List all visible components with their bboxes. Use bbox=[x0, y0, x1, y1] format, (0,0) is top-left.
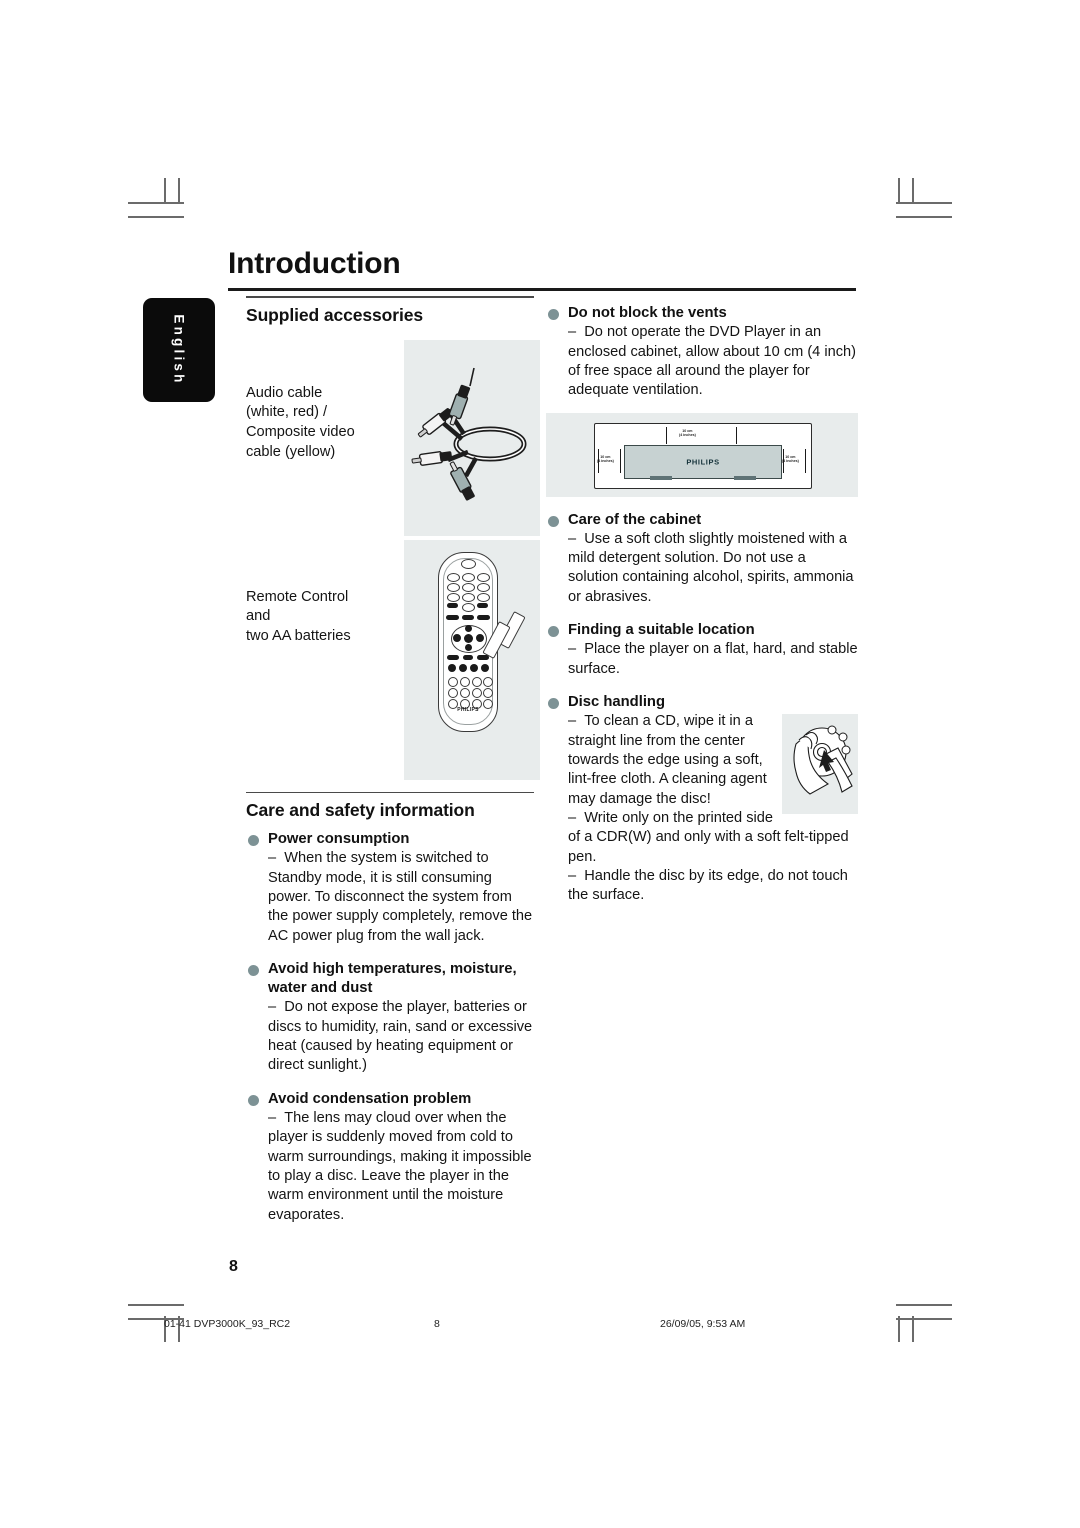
unit-foot-left bbox=[650, 475, 672, 480]
bullet-title: Avoid condensation problem bbox=[268, 1090, 472, 1107]
dim-left-label: 10 cm (4 inches) bbox=[597, 454, 614, 464]
ventilation-clearance-diagram: PHILIPS 10 cm (4 inches) 10 cm (4 inches… bbox=[546, 412, 858, 497]
accessory-item-cable: Audio cable (white, red) / Composite vid… bbox=[246, 339, 540, 540]
bullet-dot-icon bbox=[548, 515, 559, 527]
bullet-body: Use a soft cloth slightly moistened with… bbox=[568, 530, 858, 607]
bullet-dot-icon bbox=[248, 835, 259, 846]
dim-right-label: 10 cm (4 inches) bbox=[782, 454, 799, 464]
bullet-body: The lens may cloud over when the player … bbox=[268, 1109, 534, 1225]
bullet-disc-handling: Disc handling – To clean a CD, wipe it i… bbox=[546, 693, 858, 906]
dvd-player-unit: PHILIPS bbox=[624, 444, 782, 479]
right-column: Do not block the vents Do not operate th… bbox=[546, 296, 858, 906]
bullet-title: Do not block the vents bbox=[568, 305, 727, 321]
bullet-dot-icon bbox=[548, 626, 559, 638]
language-tab-label: English bbox=[171, 314, 187, 386]
remote-control-batteries-photo: PHILIPS bbox=[404, 539, 540, 780]
dim-top-arrow-right bbox=[736, 426, 738, 444]
bullet-avoid-high-temperatures: Avoid high temperatures, moisture, water… bbox=[246, 960, 534, 1076]
dim-top-label: 10 cm (4 inches) bbox=[679, 428, 696, 438]
dim-right-arrow-b bbox=[805, 448, 807, 473]
left-column: Supplied accessories Audio cable (white,… bbox=[246, 296, 540, 1225]
dim-left-arrow-b bbox=[620, 448, 622, 473]
accessory-remote-label: Remote Control and two AA batteries bbox=[246, 588, 351, 645]
bullet-body: Place the player on a flat, hard, and st… bbox=[568, 640, 858, 679]
title-divider bbox=[228, 288, 856, 291]
bullet-body-write: Write only on the printed side of a CDR(… bbox=[568, 809, 858, 867]
care-safety-heading: Care and safety information bbox=[246, 800, 475, 820]
footer-date: 26/09/05, 9:53 AM bbox=[660, 1318, 746, 1330]
remote-philips-logo: PHILIPS bbox=[457, 706, 479, 713]
bullet-dot-icon bbox=[248, 964, 259, 976]
document-page: English Introduction Supplied accessorie… bbox=[0, 0, 1080, 1528]
audio-video-cable-photo bbox=[404, 339, 540, 536]
dim-top-arrow-left bbox=[666, 426, 668, 444]
page-title: Introduction bbox=[228, 247, 401, 280]
bullet-title: Finding a suitable location bbox=[568, 622, 755, 639]
supplied-accessories-heading: Supplied accessories bbox=[246, 304, 423, 325]
bullet-dot-icon bbox=[548, 309, 559, 320]
bullet-title: Disc handling bbox=[568, 693, 666, 710]
accessory-cable-label: Audio cable (white, red) / Composite vid… bbox=[246, 384, 355, 461]
bullet-dot-icon bbox=[548, 697, 559, 709]
bullet-avoid-condensation: Avoid condensation problem The lens may … bbox=[246, 1090, 534, 1225]
footer-page: 8 bbox=[434, 1318, 440, 1330]
language-tab-english: English bbox=[143, 298, 215, 402]
bullet-title: Avoid high temperatures, moisture, water… bbox=[268, 960, 517, 997]
supplied-accessories-rule bbox=[246, 296, 534, 298]
bullet-dot-icon bbox=[248, 1094, 259, 1106]
bullet-body: Do not operate the DVD Player in an encl… bbox=[568, 323, 858, 400]
page-number: 8 bbox=[229, 1258, 238, 1275]
footer-filename: 01-41 DVP3000K_93_RC2 bbox=[164, 1318, 291, 1330]
bullet-finding-suitable-location: Finding a suitable location Place the pl… bbox=[546, 621, 858, 679]
bullet-title: Care of the cabinet bbox=[568, 511, 702, 528]
accessory-item-remote: Remote Control and two AA batteries PHIL… bbox=[246, 539, 540, 780]
bullet-title: Power consumption bbox=[268, 831, 410, 847]
unit-foot-right bbox=[734, 475, 756, 480]
bullet-power-consumption: Power consumption When the system is swi… bbox=[246, 830, 534, 946]
bullet-do-not-block-vents: Do not block the vents Do not operate th… bbox=[546, 304, 858, 401]
bullet-care-of-cabinet: Care of the cabinet Use a soft cloth sli… bbox=[546, 511, 858, 608]
care-safety-rule bbox=[246, 791, 534, 793]
device-brand-label: PHILIPS bbox=[686, 457, 720, 467]
bullet-body-handle: Handle the disc by its edge, do not touc… bbox=[568, 867, 858, 906]
bullet-body: When the system is switched to Standby m… bbox=[268, 849, 534, 946]
bullet-body: Do not expose the player, batteries or d… bbox=[268, 998, 534, 1075]
hands-cleaning-disc-illustration bbox=[782, 714, 858, 815]
